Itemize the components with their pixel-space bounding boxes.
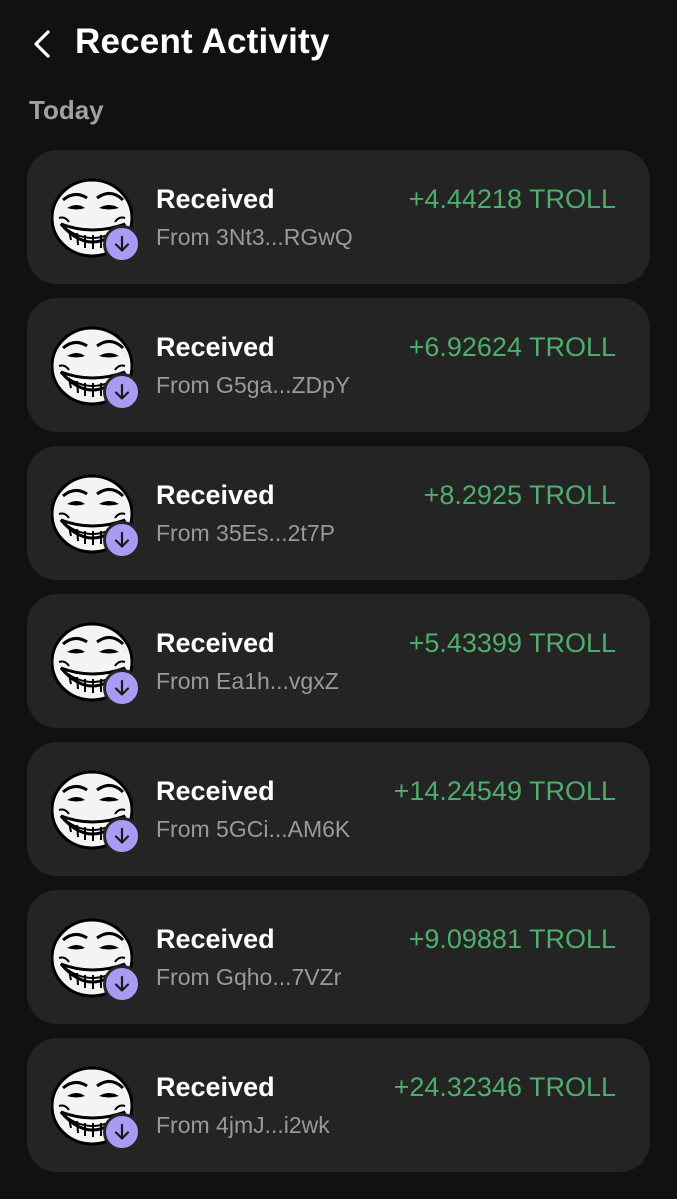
arrow-down-icon [114,679,130,696]
transaction-sender: From 5GCi...AM6K [156,816,351,842]
transaction-sender: From 4jmJ...i2wk [156,1112,330,1138]
transaction-sender: From Ea1h...vgxZ [156,668,339,694]
arrow-down-icon [114,1123,130,1140]
transaction-sender: From Gqho...7VZr [156,964,342,990]
transaction-card[interactable]: Received From G5ga...ZDpY +6.92624 TROLL [27,298,650,432]
header: Recent Activity [0,0,677,92]
token-avatar [51,620,141,707]
transaction-sender: From 35Es...2t7P [156,520,335,546]
token-avatar [51,916,141,1003]
token-avatar [51,472,141,559]
transaction-title: Received [156,480,275,510]
receive-badge [103,965,141,1003]
transaction-amount: +6.92624 TROLL [408,332,616,362]
token-avatar [51,324,141,411]
arrow-down-icon [114,383,130,400]
token-avatar [51,176,141,263]
arrow-down-icon [114,975,130,992]
receive-badge [103,521,141,559]
receive-badge [103,373,141,411]
receive-badge [103,817,141,855]
chevron-left-icon [34,30,50,58]
transaction-title: Received [156,628,275,658]
transaction-card[interactable]: Received From 5GCi...AM6K +14.24549 TROL… [27,742,650,876]
receive-badge [103,225,141,263]
back-button[interactable] [24,26,60,62]
transaction-amount: +8.2925 TROLL [423,480,616,510]
transaction-card[interactable]: Received From 35Es...2t7P +8.2925 TROLL [27,446,650,580]
transaction-card[interactable]: Received From Gqho...7VZr +9.09881 TROLL [27,890,650,1024]
token-avatar [51,768,141,855]
transaction-amount: +24.32346 TROLL [393,1072,616,1102]
transaction-amount: +4.44218 TROLL [408,184,616,214]
transaction-card[interactable]: Received From 4jmJ...i2wk +24.32346 TROL… [27,1038,650,1172]
transaction-title: Received [156,332,275,362]
receive-badge [103,1113,141,1151]
transaction-amount: +5.43399 TROLL [408,628,616,658]
transaction-title: Received [156,776,275,806]
transaction-title: Received [156,184,275,214]
transaction-sender: From 3Nt3...RGwQ [156,224,353,250]
section-label-today: Today [29,95,104,125]
page-title: Recent Activity [75,22,330,61]
receive-badge [103,669,141,707]
arrow-down-icon [114,235,130,252]
transaction-title: Received [156,1072,275,1102]
token-avatar [51,1064,141,1151]
transaction-amount: +14.24549 TROLL [393,776,616,806]
transaction-card[interactable]: Received From Ea1h...vgxZ +5.43399 TROLL [27,594,650,728]
transaction-amount: +9.09881 TROLL [408,924,616,954]
transaction-sender: From G5ga...ZDpY [156,372,351,398]
transaction-list: Received From 3Nt3...RGwQ +4.44218 TROLL [27,150,650,1186]
transaction-card[interactable]: Received From 3Nt3...RGwQ +4.44218 TROLL [27,150,650,284]
arrow-down-icon [114,827,130,844]
arrow-down-icon [114,531,130,548]
transaction-title: Received [156,924,275,954]
